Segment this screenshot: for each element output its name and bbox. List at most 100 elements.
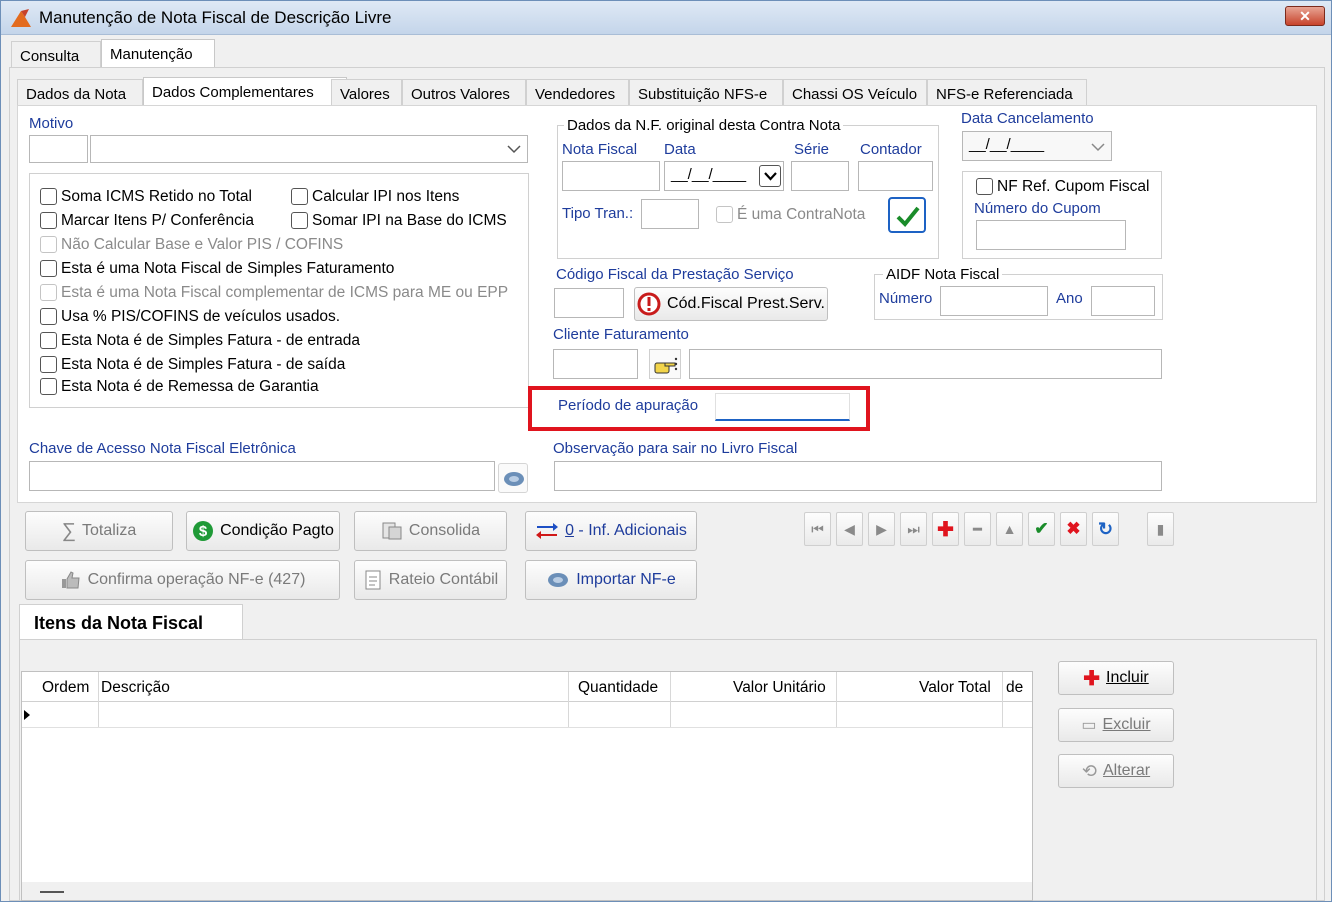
column-header-valor-unitario[interactable]: Valor Unitário: [733, 679, 826, 697]
aidf-ano-input[interactable]: [1091, 286, 1155, 316]
incluir-button[interactable]: ✚ Incluir: [1058, 661, 1174, 695]
checkbox-calcular-ipi[interactable]: Calcular IPI nos Itens: [291, 185, 459, 209]
excluir-button[interactable]: ▭ Excluir: [1058, 708, 1174, 742]
data-input[interactable]: __/__/____: [664, 161, 784, 191]
tab-consulta[interactable]: Consulta: [11, 41, 101, 69]
consolidate-icon: [382, 522, 402, 540]
column-header-valor-total[interactable]: Valor Total: [919, 679, 991, 697]
aidf-numero-input[interactable]: [940, 286, 1048, 316]
column-header-de[interactable]: de: [1006, 679, 1023, 697]
chevron-down-icon: [507, 145, 521, 154]
date-dropdown-button[interactable]: [759, 165, 781, 187]
close-button[interactable]: ✕: [1285, 6, 1325, 26]
cliente-name-input[interactable]: [689, 349, 1162, 379]
periodo-apuracao-input[interactable]: [715, 393, 850, 421]
scroll-indicator[interactable]: [40, 891, 64, 893]
cod-fiscal-prest-serv-button[interactable]: Cód.Fiscal Prest.Serv.: [634, 287, 828, 321]
serie-input[interactable]: [791, 161, 849, 191]
column-header-ordem[interactable]: Ordem: [42, 679, 89, 697]
codigo-fiscal-input[interactable]: [554, 288, 624, 318]
column-header-descricao[interactable]: Descrição: [101, 679, 170, 697]
contador-input[interactable]: [858, 161, 933, 191]
tipo-tran-input[interactable]: [641, 199, 699, 229]
alterar-button[interactable]: ⟲ Alterar: [1058, 754, 1174, 788]
edit-record-icon[interactable]: ▲: [996, 512, 1023, 546]
numero-cupom-input[interactable]: [976, 220, 1126, 250]
table-row[interactable]: [22, 702, 1032, 728]
checkbox-remessa-garantia[interactable]: Esta Nota é de Remessa de Garantia: [40, 375, 319, 399]
tab-manutencao[interactable]: Manutenção: [101, 39, 215, 69]
checkbox-box[interactable]: [40, 308, 57, 326]
first-record-icon[interactable]: ⏮: [804, 512, 831, 546]
button-label: Consolida: [408, 522, 481, 539]
previous-record-icon[interactable]: ◀: [836, 512, 863, 546]
tab-substituicao-nfse[interactable]: Substituição NFS-e: [629, 79, 783, 107]
checkbox-marcar-itens[interactable]: Marcar Itens P/ Conferência: [40, 209, 254, 233]
tab-itens-nota-fiscal[interactable]: Itens da Nota Fiscal: [19, 604, 243, 640]
confirma-operacao-button[interactable]: Confirma operação NF-e (427): [25, 560, 340, 600]
chave-acesso-input[interactable]: [29, 461, 495, 491]
tab-valores[interactable]: Valores: [331, 79, 402, 107]
tab-chassi-os-veiculo[interactable]: Chassi OS Veículo: [783, 79, 927, 107]
more-options-icon[interactable]: ▮: [1147, 512, 1174, 546]
add-record-icon[interactable]: ✚: [932, 512, 959, 546]
rateio-contabil-button[interactable]: Rateio Contábil: [354, 560, 507, 600]
column-header-quantidade[interactable]: Quantidade: [578, 679, 658, 697]
inf-adicionais-button[interactable]: 0 - Inf. Adicionais: [525, 511, 697, 551]
checkbox-fatura-entrada[interactable]: Esta Nota é de Simples Fatura - de entra…: [40, 329, 360, 353]
checkbox-box: [40, 236, 57, 254]
tab-dados-da-nota[interactable]: Dados da Nota: [17, 79, 143, 107]
pointing-hand-icon: [654, 357, 678, 374]
nf-ref-cupom-checkbox[interactable]: NF Ref. Cupom Fiscal: [976, 175, 1149, 199]
tab-outros-valores[interactable]: Outros Valores: [402, 79, 526, 107]
data-cancelamento-value: __/__/____: [969, 136, 1045, 153]
checkbox-nao-calcular-pis: Não Calcular Base e Valor PIS / COFINS: [40, 233, 343, 257]
motivo-select[interactable]: [90, 135, 528, 163]
checkbox-box[interactable]: [40, 212, 57, 230]
consolida-button[interactable]: Consolida: [354, 511, 507, 551]
next-record-icon[interactable]: ▶: [868, 512, 895, 546]
checkbox-simples-faturamento[interactable]: Esta é uma Nota Fiscal de Simples Fatura…: [40, 257, 394, 281]
codigo-fiscal-label: Código Fiscal da Prestação Serviço: [556, 266, 794, 283]
condicao-pagto-button[interactable]: $ Condição Pagto: [186, 511, 340, 551]
nota-fiscal-input[interactable]: [562, 161, 660, 191]
tab-dados-complementares[interactable]: Dados Complementares: [143, 77, 347, 107]
checkbox-soma-icms-retido[interactable]: Soma ICMS Retido no Total: [40, 185, 252, 209]
checkbox-box[interactable]: [40, 378, 57, 396]
tab-nfse-referenciada[interactable]: NFS-e Referenciada: [927, 79, 1087, 107]
checkbox-somar-ipi-base[interactable]: Somar IPI na Base do ICMS: [291, 209, 507, 233]
checkbox-box[interactable]: [976, 178, 993, 196]
chave-acesso-lookup-button[interactable]: [498, 463, 528, 493]
checkbox-box[interactable]: [40, 332, 57, 350]
checkbox-box[interactable]: [40, 188, 57, 206]
contranota-checkbox: É uma ContraNota: [716, 203, 865, 227]
cliente-search-button[interactable]: [649, 349, 681, 379]
cliente-code-input[interactable]: [553, 349, 638, 379]
checkbox-box[interactable]: [40, 356, 57, 374]
grid-footer: [22, 882, 1032, 900]
motivo-code-input[interactable]: [29, 135, 88, 163]
tab-vendedores[interactable]: Vendedores: [526, 79, 629, 107]
checkbox-label: Soma ICMS Retido no Total: [61, 188, 252, 205]
svg-text:$: $: [199, 523, 208, 540]
original-nf-group-label: Dados da N.F. original desta Contra Nota: [564, 117, 844, 134]
checkbox-complementar-icms: Esta é uma Nota Fiscal complementar de I…: [40, 281, 508, 305]
refresh-icon: ⟲: [1081, 760, 1097, 781]
checkbox-pis-cofins-usados[interactable]: Usa % PIS/COFINS de veículos usados.: [40, 305, 340, 329]
refresh-icon[interactable]: ↻: [1092, 512, 1119, 546]
checkbox-fatura-saida[interactable]: Esta Nota é de Simples Fatura - de saída: [40, 353, 345, 377]
items-grid[interactable]: Ordem Descrição Quantidade Valor Unitári…: [21, 671, 1033, 901]
cancel-record-icon[interactable]: ✖: [1060, 512, 1087, 546]
checkbox-label: Não Calcular Base e Valor PIS / COFINS: [61, 236, 344, 253]
data-cancelamento-input[interactable]: __/__/____: [962, 131, 1112, 161]
save-record-icon[interactable]: ✔: [1028, 512, 1055, 546]
totaliza-button[interactable]: ∑ Totaliza: [25, 511, 173, 551]
checkbox-box[interactable]: [40, 260, 57, 278]
checkbox-box[interactable]: [291, 188, 308, 206]
observacao-input[interactable]: [554, 461, 1162, 491]
confirm-contranota-button[interactable]: [888, 197, 926, 233]
remove-record-icon[interactable]: ━: [964, 512, 991, 546]
importar-nfe-button[interactable]: Importar NF-e: [525, 560, 697, 600]
checkbox-box[interactable]: [291, 212, 308, 230]
last-record-icon[interactable]: ⏭: [900, 512, 927, 546]
